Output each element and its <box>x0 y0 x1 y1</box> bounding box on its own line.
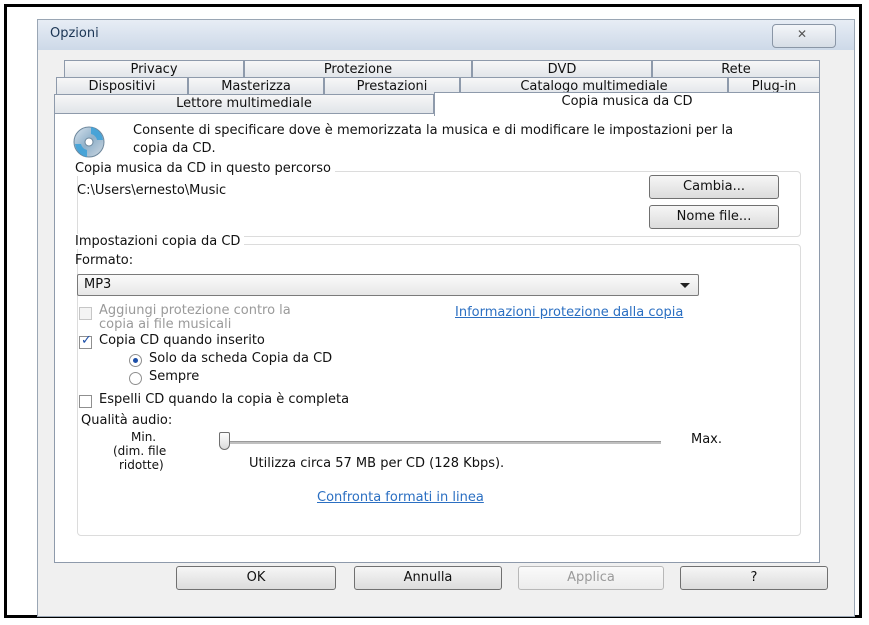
tab-lettore-multimediale[interactable]: Lettore multimediale <box>54 94 434 114</box>
quality-min-sub1: (dim. file <box>113 444 167 458</box>
rip-on-insert-checkbox[interactable]: ✓ <box>79 333 92 349</box>
title-bar: Opzioni ✕ <box>38 20 854 50</box>
audio-quality-slider-thumb[interactable] <box>219 432 230 450</box>
radio-selected-dot <box>133 358 138 363</box>
compare-formats-link[interactable]: Confronta formati in linea <box>317 490 484 505</box>
copy-protection-info-link[interactable]: Informazioni protezione dalla copia <box>455 305 683 320</box>
quality-max-label: Max. <box>691 432 723 447</box>
format-label: Formato: <box>75 253 134 268</box>
rip-path-value: C:\Users\ernesto\Music <box>77 183 227 198</box>
format-select[interactable]: MP3 <box>77 274 699 296</box>
radio-only-rip-tab-label: Solo da scheda Copia da CD <box>149 351 333 366</box>
cancel-button[interactable]: Annulla <box>354 566 502 590</box>
copy-protection-label-line1: Aggiungi protezione contro la <box>99 303 291 318</box>
quality-min-sub2: ridotte) <box>119 458 164 472</box>
tab-panel-copia-musica: Consente di specificare dove è memorizza… <box>54 113 820 563</box>
rip-settings-label: Impostazioni copia da CD <box>75 234 245 249</box>
eject-label: Espelli CD quando la copia è completa <box>99 392 350 407</box>
window-title: Opzioni <box>50 26 99 41</box>
change-path-button[interactable]: Cambia... <box>649 175 779 199</box>
chevron-down-icon <box>680 283 690 288</box>
eject-checkbox[interactable] <box>79 395 92 408</box>
audio-quality-slider-track[interactable] <box>225 441 661 444</box>
cd-icon <box>73 126 105 158</box>
radio-always[interactable] <box>129 372 142 385</box>
radio-only-rip-tab[interactable] <box>129 354 142 367</box>
quality-min-label: Min. <box>131 430 157 444</box>
audio-quality-label: Qualità audio: <box>81 413 173 428</box>
checkmark-icon: ✓ <box>81 333 92 348</box>
rip-on-insert-label: Copia CD quando inserito <box>99 333 265 348</box>
close-icon: ✕ <box>797 27 808 41</box>
tab-description: Consente di specificare dove è memorizza… <box>133 123 734 156</box>
ok-button[interactable]: OK <box>176 566 336 590</box>
format-value: MP3 <box>84 277 112 292</box>
apply-button[interactable]: Applica <box>518 566 664 590</box>
path-group-label: Copia musica da CD in questo percorso <box>75 161 336 176</box>
file-name-button[interactable]: Nome file... <box>649 205 779 229</box>
copy-protection-checkbox[interactable] <box>79 307 92 320</box>
copy-protection-label-line2: copia ai file musicali <box>99 317 232 332</box>
tab-copia-musica-da-cd[interactable]: Copia musica da CD <box>434 92 820 116</box>
close-button[interactable]: ✕ <box>772 24 836 48</box>
radio-always-label: Sempre <box>149 369 200 384</box>
audio-quality-info: Utilizza circa 57 MB per CD (128 Kbps). <box>249 456 505 471</box>
help-button[interactable]: ? <box>680 566 828 590</box>
